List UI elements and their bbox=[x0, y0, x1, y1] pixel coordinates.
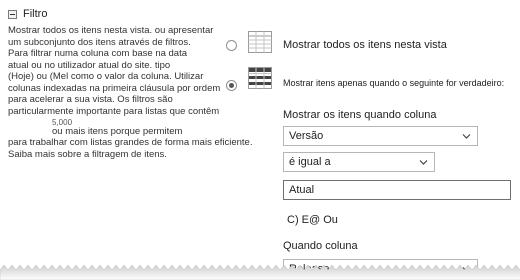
torn-edge bbox=[0, 264, 520, 280]
section-header: Filtro bbox=[8, 7, 47, 21]
description-line: Para filtrar numa coluna com base na dat… bbox=[8, 48, 188, 59]
chevron-down-icon bbox=[462, 134, 471, 139]
filter-value-input[interactable] bbox=[283, 180, 511, 200]
operator-select[interactable]: é igual a bbox=[283, 152, 435, 172]
second-column-label: Quando coluna bbox=[283, 240, 358, 252]
operator-select-value: é igual a bbox=[289, 156, 331, 168]
filtered-table-icon bbox=[248, 67, 272, 89]
description-line: particularmente importante para listas q… bbox=[8, 105, 220, 117]
description-line: ou mais itens porque permitem bbox=[52, 125, 183, 137]
description-line: para acelerar a sua vista. Os filtros sã… bbox=[8, 94, 173, 105]
description-line: (Hoje) ou (Mel como o valor da coluna. U… bbox=[8, 71, 204, 82]
description-line: Mostrar todos os itens nesta vista. ou a… bbox=[8, 25, 214, 36]
description-line: colunas indexadas na primeira cláusula p… bbox=[8, 82, 221, 94]
filter-description: Mostrar todos os itens nesta vista. ou a… bbox=[8, 25, 253, 160]
show-filtered-label: Mostrar itens apenas quando o seguinte f… bbox=[283, 78, 505, 88]
learn-more-link[interactable]: Saiba mais sobre a filtragem de itens. bbox=[8, 149, 167, 160]
table-grid-icon bbox=[248, 31, 272, 53]
show-filtered-radio[interactable] bbox=[226, 80, 237, 91]
and-or-selector[interactable]: C) E@ Ou bbox=[287, 214, 338, 226]
show-all-radio[interactable] bbox=[226, 40, 237, 51]
description-line: um subconjunto dos itens através de filt… bbox=[8, 36, 191, 48]
description-line: para trabalhar com listas grandes de for… bbox=[8, 137, 253, 148]
minus-box-icon[interactable] bbox=[8, 9, 17, 19]
column-select[interactable]: Versão bbox=[283, 126, 478, 146]
column-label: Mostrar os itens quando coluna bbox=[283, 109, 437, 121]
description-line: atual ou no utilizador atual do site. ti… bbox=[8, 59, 171, 71]
chevron-down-icon bbox=[419, 160, 428, 165]
column-select-value: Versão bbox=[289, 130, 324, 142]
section-title: Filtro bbox=[23, 8, 48, 20]
show-all-label: Mostrar todos os itens nesta vista bbox=[283, 39, 447, 51]
